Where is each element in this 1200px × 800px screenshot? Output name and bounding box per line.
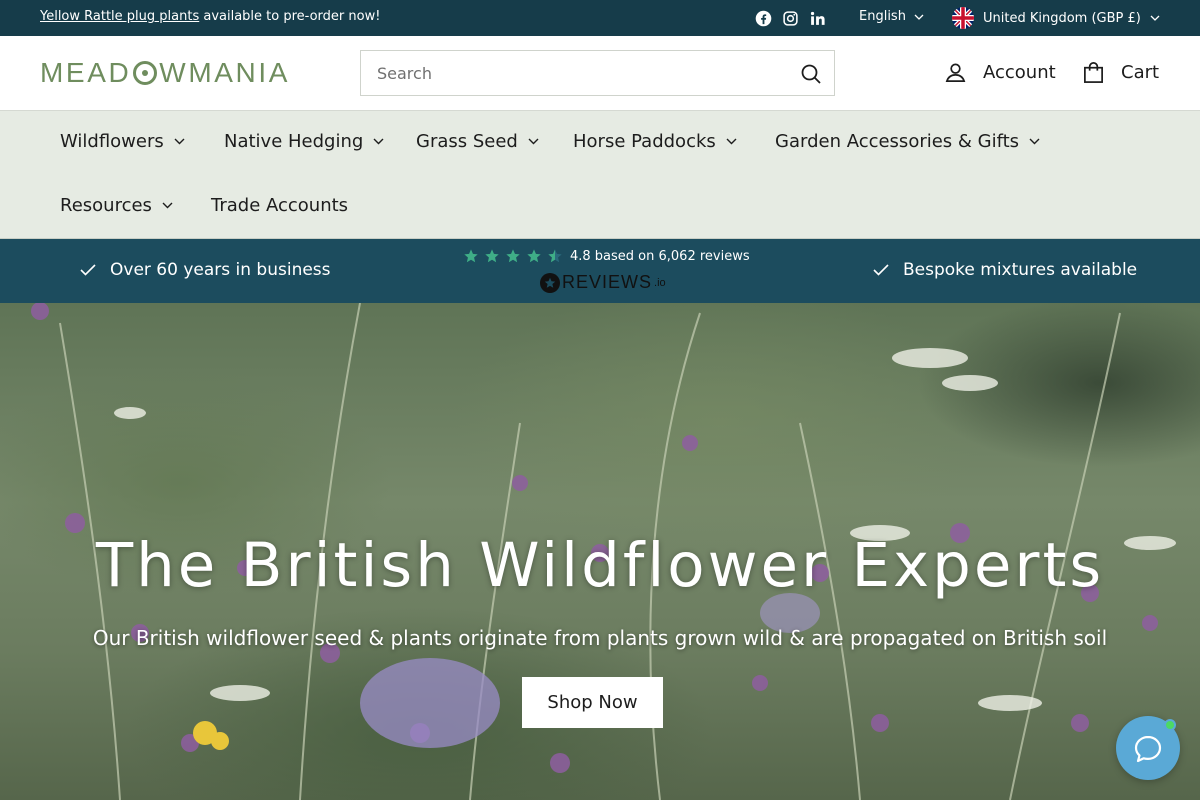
chevron-down-icon — [1029, 138, 1040, 145]
search-box — [360, 50, 835, 96]
announcement-bar: Yellow Rattle plug plants available to p… — [0, 0, 1200, 36]
chevron-down-icon — [914, 14, 924, 20]
currency-selector[interactable]: United Kingdom (GBP £) — [952, 7, 1160, 29]
nav-item-trade-accounts[interactable]: Trade Accounts — [211, 195, 348, 216]
star-half-icon — [548, 249, 562, 263]
site-logo[interactable]: MEAD WMANIA — [40, 57, 290, 89]
instagram-icon[interactable] — [782, 10, 799, 27]
chat-widget-button[interactable] — [1116, 716, 1180, 780]
nav-item-label: Garden Accessories & Gifts — [775, 131, 1020, 152]
nav-item-label: Grass Seed — [416, 131, 518, 152]
hero-title: The British Wildflower Experts — [95, 530, 1105, 601]
nav-item-wildflowers[interactable]: Wildflowers — [60, 131, 185, 152]
account-link[interactable]: Account — [944, 61, 1056, 84]
online-status-indicator — [1164, 719, 1176, 731]
announcement-link[interactable]: Yellow Rattle plug plants — [40, 9, 199, 24]
rating-stars: 4.8 based on 6,062 reviews — [463, 248, 753, 264]
star-icon — [485, 249, 499, 263]
search-icon[interactable] — [800, 63, 822, 85]
checkmark-icon — [80, 264, 96, 276]
shop-now-button[interactable]: Shop Now — [522, 677, 663, 728]
announcement-text: available to pre-order now! — [199, 9, 381, 24]
facebook-icon[interactable] — [755, 10, 772, 27]
chevron-down-icon — [373, 138, 384, 145]
nav-item-native-hedging[interactable]: Native Hedging — [224, 131, 384, 152]
star-icon — [527, 249, 541, 263]
trust-item-label: Over 60 years in business — [110, 260, 331, 280]
hero-subtitle: Our British wildflower seed & plants ori… — [92, 626, 1108, 650]
nav-item-grass-seed[interactable]: Grass Seed — [416, 131, 539, 152]
logo-text-start: MEAD — [40, 57, 132, 88]
uk-flag-icon — [952, 7, 974, 29]
logo-flower-mark — [133, 61, 158, 85]
star-icon — [506, 249, 520, 263]
checkmark-icon — [873, 264, 889, 276]
trust-item-years: Over 60 years in business — [80, 260, 331, 280]
rating-text: 4.8 based on 6,062 reviews — [570, 248, 750, 264]
linkedin-icon[interactable] — [809, 10, 826, 27]
nav-item-label: Trade Accounts — [211, 195, 349, 216]
language-label: English — [859, 9, 906, 24]
chevron-down-icon — [726, 138, 737, 145]
account-label: Account — [983, 62, 1056, 83]
announcement: Yellow Rattle plug plants available to p… — [40, 9, 380, 24]
nav-item-label: Native Hedging — [224, 131, 364, 152]
nav-item-resources[interactable]: Resources — [60, 195, 173, 216]
currency-label: United Kingdom (GBP £) — [983, 10, 1141, 26]
nav-item-horse-paddocks[interactable]: Horse Paddocks — [573, 131, 737, 152]
nav-item-label: Resources — [60, 195, 152, 216]
chat-bubble-icon — [1134, 735, 1162, 763]
cart-label: Cart — [1121, 62, 1160, 83]
trust-item-label: Bespoke mixtures available — [903, 260, 1138, 280]
reviews-io-logo: REVIEWS .io — [540, 272, 666, 293]
site-header: MEAD WMANIA Account Cart — [0, 36, 1200, 111]
nav-item-label: Horse Paddocks — [573, 131, 716, 152]
reviews-brand: REVIEWS — [562, 272, 653, 292]
hero-banner: The British Wildflower Experts Our Briti… — [0, 303, 1200, 800]
cart-link[interactable]: Cart — [1082, 61, 1159, 84]
search-input[interactable] — [377, 51, 777, 95]
trust-item-bespoke: Bespoke mixtures available — [873, 260, 1137, 280]
main-navigation: Wildflowers Native Hedging Grass Seed Ho… — [0, 111, 1200, 239]
user-icon — [945, 63, 966, 82]
logo-text-end: WMANIA — [159, 57, 291, 88]
reviews-widget[interactable]: 4.8 based on 6,062 reviews REVIEWS .io — [463, 248, 753, 293]
social-links — [755, 10, 826, 27]
reviews-suffix: .io — [654, 276, 666, 289]
chevron-down-icon — [528, 138, 539, 145]
chevron-down-icon — [162, 202, 173, 209]
shopping-bag-icon — [1084, 62, 1103, 83]
chevron-down-icon — [1150, 15, 1160, 21]
language-selector[interactable]: English — [859, 9, 924, 24]
nav-item-label: Wildflowers — [60, 131, 164, 152]
chevron-down-icon — [174, 138, 185, 145]
star-icon — [464, 249, 478, 263]
reviews-star-badge-icon — [540, 272, 560, 293]
trust-bar: Over 60 years in business 4.8 based on 6… — [0, 239, 1200, 303]
nav-item-garden-accessories-gifts[interactable]: Garden Accessories & Gifts — [775, 131, 1040, 152]
